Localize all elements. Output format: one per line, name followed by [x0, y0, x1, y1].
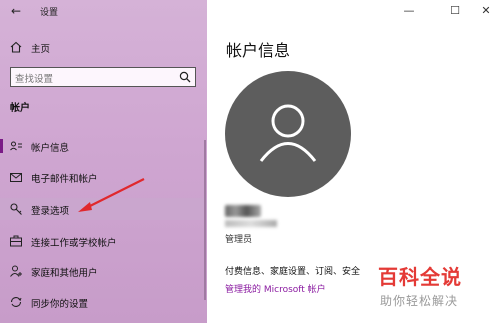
- sidebar-item-sync[interactable]: 同步你的设置: [0, 291, 207, 313]
- title-bar: ← 设置 — ☐ ✕: [0, 0, 500, 22]
- sidebar-item-account-info[interactable]: 帐户信息: [0, 135, 207, 157]
- page-title: 帐户信息: [226, 41, 291, 60]
- user-silhouette-icon: [259, 104, 317, 162]
- sidebar-item-label: 同步你的设置: [31, 299, 89, 310]
- person-add-icon: [9, 264, 23, 278]
- sidebar-item-label: 主页: [31, 44, 51, 55]
- watermark-subtitle: 助你轻松解决: [380, 294, 459, 308]
- key-icon: [9, 202, 23, 216]
- sidebar-item-label: 家庭和其他用户: [31, 268, 98, 279]
- sync-icon: [9, 295, 23, 309]
- window-title: 设置: [40, 8, 59, 18]
- account-info-icon: [9, 139, 23, 153]
- sidebar-item-label: 帐户信息: [31, 143, 70, 154]
- back-button[interactable]: ←: [8, 3, 24, 19]
- search-input[interactable]: 查找设置: [10, 67, 196, 87]
- manage-microsoft-account-link[interactable]: 管理我的 Microsoft 帐户: [225, 282, 326, 295]
- mail-icon: [9, 170, 23, 184]
- annotation-arrow-icon: [78, 178, 145, 212]
- sidebar-item-work-school[interactable]: 连接工作或学校帐户: [0, 230, 207, 252]
- back-arrow-icon: ←: [10, 4, 22, 18]
- sidebar-item-home[interactable]: 主页: [0, 36, 207, 58]
- section-title: 帐户: [10, 103, 30, 114]
- email-redacted: [225, 220, 277, 227]
- sidebar-item-family[interactable]: 家庭和其他用户: [0, 260, 207, 282]
- sidebar-scrollbar[interactable]: [204, 140, 206, 300]
- watermark-logo: 百科全说: [378, 265, 462, 289]
- minimize-button[interactable]: —: [391, 0, 427, 22]
- maximize-icon: ☐: [450, 4, 460, 17]
- search-placeholder: 查找设置: [15, 74, 54, 85]
- sidebar-item-label: 登录选项: [31, 206, 70, 217]
- home-icon: [9, 40, 23, 54]
- username-redacted: [225, 205, 261, 217]
- close-icon: ✕: [481, 4, 491, 17]
- sidebar-item-label: 连接工作或学校帐户: [31, 238, 117, 249]
- close-button[interactable]: ✕: [468, 0, 500, 22]
- search-icon: [179, 71, 191, 83]
- minimize-icon: —: [403, 4, 415, 17]
- billing-info-text: 付费信息、家庭设置、订阅、安全: [225, 267, 361, 277]
- account-role: 管理员: [225, 235, 253, 245]
- briefcase-icon: [9, 234, 23, 248]
- avatar: [225, 71, 351, 197]
